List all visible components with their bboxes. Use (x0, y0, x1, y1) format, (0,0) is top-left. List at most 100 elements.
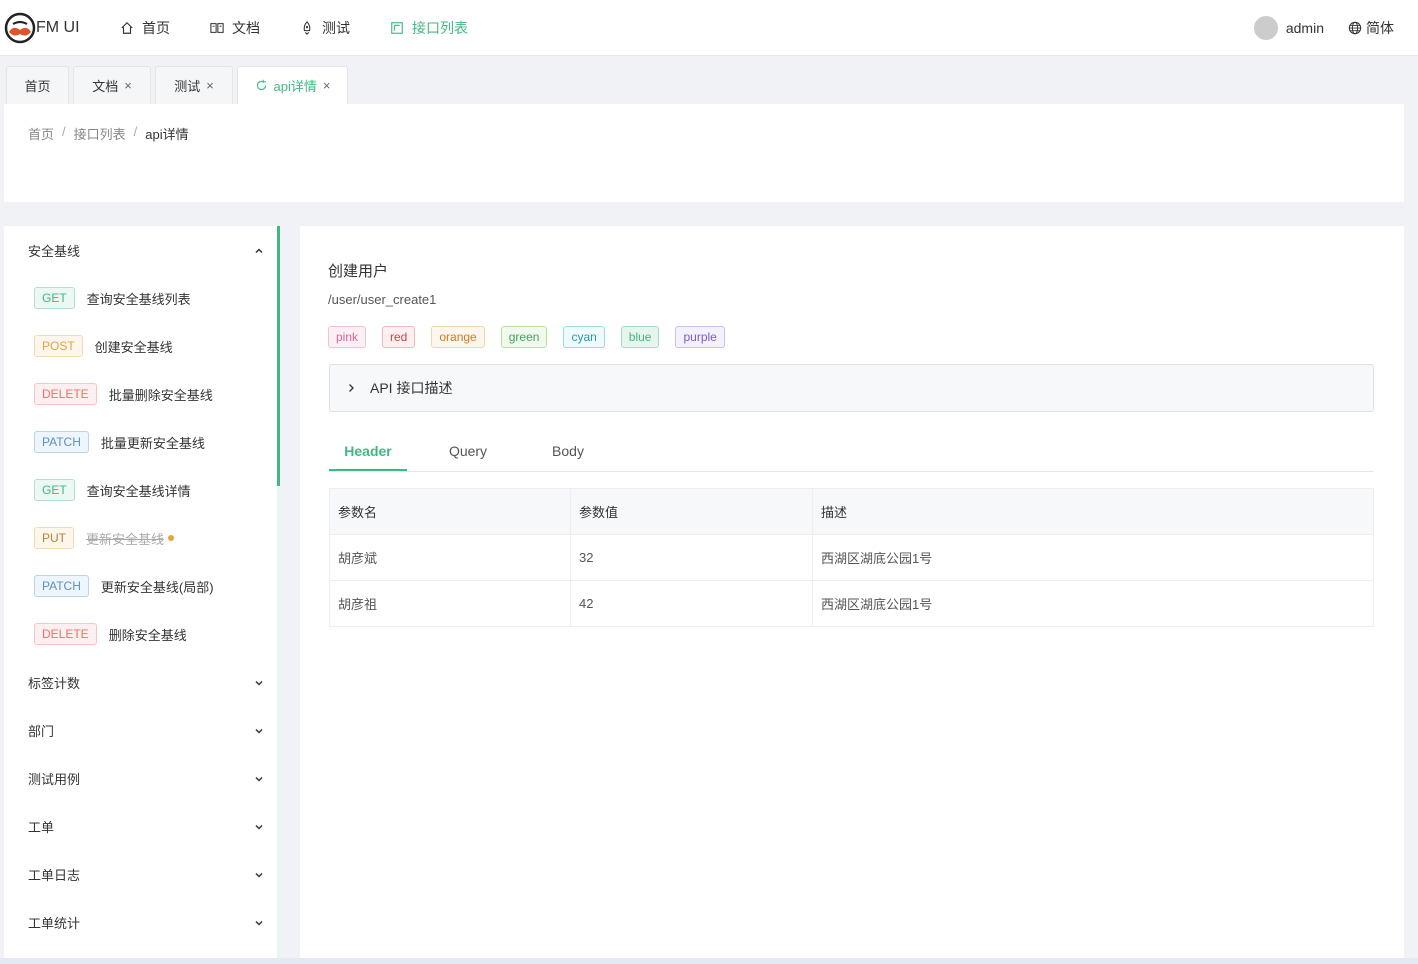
tag: cyan (563, 326, 605, 348)
group-label: 部门 (28, 724, 55, 739)
api-label: 删除安全基线 (108, 627, 187, 643)
group-label: 工单 (28, 820, 55, 835)
tab-label: api详情 (273, 79, 317, 94)
api-item[interactable]: POST 创建安全基线 (34, 335, 173, 357)
api-path: /user/user_create1 (328, 292, 437, 307)
table-cell: 32 (570, 534, 813, 581)
logo-text: FM UI (36, 18, 80, 36)
chevron-down-icon (255, 872, 263, 878)
logo[interactable]: FM UI (0, 12, 100, 44)
group-label: 安全基线 (28, 244, 81, 259)
api-sidebar: 安全基线 GET 查询安全基线列表 POST 创建安全基线 DELETE 批量删… (4, 226, 280, 958)
api-item-deprecated[interactable]: PUT 更新安全基线 (34, 527, 175, 549)
tab-home[interactable]: 首页 (6, 66, 69, 104)
group-work-order-stats[interactable]: 工单统计 (28, 913, 264, 932)
api-label: 更新安全基线 (86, 531, 165, 547)
api-item[interactable]: DELETE 删除安全基线 (34, 623, 187, 645)
scrollbar-thumb[interactable] (277, 226, 280, 486)
home-icon (121, 21, 133, 34)
tag: pink (328, 326, 367, 348)
group-work-order[interactable]: 工单 (28, 817, 264, 836)
chevron-down-icon (255, 824, 263, 830)
breadcrumb-item[interactable]: 首页 (28, 124, 54, 143)
avatar[interactable] (1253, 15, 1278, 40)
api-detail-panel: 创建用户 /user/user_create1 pink red orange … (300, 226, 1404, 958)
tab-docs[interactable]: 文档 × (73, 66, 151, 104)
tab-body[interactable]: Body (529, 432, 607, 471)
tag-list: pink red orange green cyan blue purple (328, 326, 741, 348)
group-security-baseline[interactable]: 安全基线 (28, 241, 264, 260)
tab-header[interactable]: Header (329, 432, 407, 471)
method-badge: PATCH (34, 431, 89, 453)
group-label: 标签计数 (28, 676, 81, 691)
tag: red (382, 326, 416, 348)
method-badge: POST (34, 335, 83, 357)
table-cell: 西湖区湖底公园1号 (812, 580, 1374, 627)
close-icon[interactable]: × (323, 78, 331, 93)
tab-test[interactable]: 测试 × (155, 66, 233, 104)
tab-label: 测试 (174, 79, 201, 94)
topnav-label: 测试 (322, 19, 350, 36)
api-item[interactable]: DELETE 批量删除安全基线 (34, 383, 213, 405)
api-item[interactable]: PATCH 批量更新安全基线 (34, 431, 205, 453)
api-label: 批量更新安全基线 (100, 435, 205, 451)
group-department[interactable]: 部门 (28, 721, 264, 740)
close-icon[interactable]: × (206, 78, 214, 93)
api-label: 更新安全基线(局部) (100, 579, 214, 595)
tag: green (500, 326, 548, 348)
globe-icon (1348, 21, 1362, 34)
breadcrumb: 首页 / 接口列表 / api详情 (28, 124, 189, 143)
breadcrumb-current: api详情 (145, 127, 189, 142)
api-description-collapse[interactable]: API 接口描述 (329, 364, 1374, 412)
method-badge: GET (34, 479, 75, 501)
group-tag-count[interactable]: 标签计数 (28, 673, 264, 692)
topnav-test[interactable]: 测试 (280, 0, 370, 56)
api-item[interactable]: GET 查询安全基线详情 (34, 479, 191, 501)
topnav-docs[interactable]: 文档 (190, 0, 280, 56)
param-tabs: Header Query Body (329, 432, 1374, 472)
table-row: 胡彦祖 42 西湖区湖底公园1号 (329, 580, 1374, 627)
table-cell: 42 (570, 580, 813, 627)
topnav-api-list[interactable]: 接口列表 (370, 0, 488, 56)
table-cell: 胡彦斌 (329, 534, 571, 581)
column-header: 参数名 (329, 488, 571, 535)
api-item[interactable]: GET 查询安全基线列表 (34, 287, 191, 309)
tag: blue (620, 326, 660, 348)
collapse-label: API 接口描述 (370, 380, 453, 396)
tag: purple (675, 326, 725, 348)
breadcrumb-panel: 首页 / 接口列表 / api详情 (4, 104, 1404, 202)
topnav-label: 首页 (142, 19, 170, 36)
tab-label: 首页 (24, 79, 51, 94)
user-name[interactable]: admin (1286, 20, 1324, 36)
method-badge: GET (34, 287, 75, 309)
method-badge: DELETE (34, 383, 97, 405)
group-label: 工单日志 (28, 868, 81, 883)
topnav-label: 文档 (232, 19, 260, 36)
topnav-home[interactable]: 首页 (100, 0, 190, 56)
breadcrumb-item[interactable]: 接口列表 (74, 124, 126, 143)
tab-query[interactable]: Query (429, 432, 507, 471)
tab-api-detail[interactable]: api详情 × (237, 66, 348, 104)
chevron-down-icon (255, 776, 263, 782)
topnav-label: 接口列表 (412, 19, 468, 36)
table-cell: 西湖区湖底公园1号 (812, 534, 1374, 581)
table-header-row: 参数名 参数值 描述 (329, 488, 1374, 535)
chevron-down-icon (255, 728, 263, 734)
language-switch[interactable]: 简体 (1348, 18, 1394, 38)
close-icon[interactable]: × (124, 78, 132, 93)
chevron-down-icon (255, 680, 263, 686)
method-badge: PUT (34, 527, 74, 549)
logo-icon (4, 12, 36, 43)
language-label: 简体 (1366, 19, 1394, 36)
window-icon (391, 21, 403, 34)
group-work-order-log[interactable]: 工单日志 (28, 865, 264, 884)
api-label: 查询安全基线列表 (86, 291, 191, 307)
book-icon (210, 22, 224, 33)
param-table: 参数名 参数值 描述 胡彦斌 32 西湖区湖底公园1号 胡彦祖 42 西湖区湖底… (329, 488, 1374, 627)
api-label: 批量删除安全基线 (108, 387, 213, 403)
status-dot (168, 535, 175, 541)
top-bar: FM UI 首页 文档 测试 接口列表 admin 简体 (0, 0, 1418, 56)
group-test-cases[interactable]: 测试用例 (28, 769, 264, 788)
api-item[interactable]: PATCH 更新安全基线(局部) (34, 575, 214, 597)
chevron-right-icon (349, 384, 354, 392)
